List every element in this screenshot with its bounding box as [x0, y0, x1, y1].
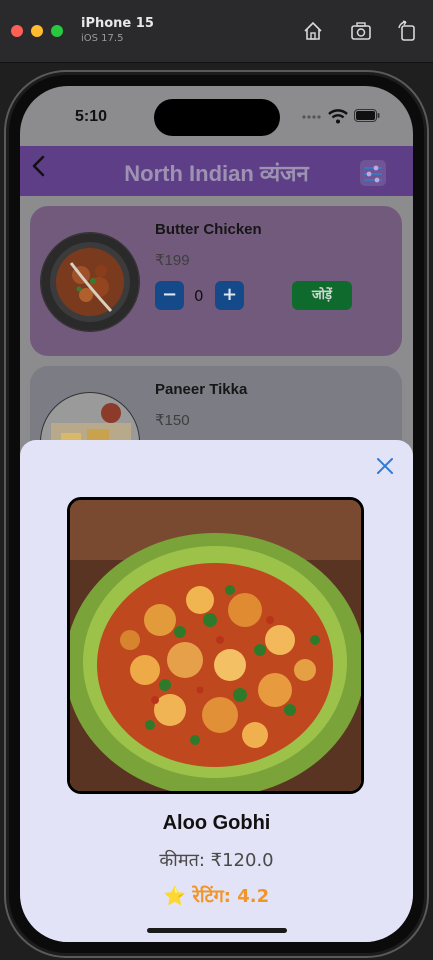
star-icon: ⭐ — [163, 886, 187, 907]
rating-text: रेटिंग: 4.2 — [192, 886, 270, 907]
battery-icon — [354, 109, 380, 122]
item-name: Butter Chicken — [155, 221, 262, 238]
food-rating: ⭐ रेटिंग: 4.2 — [20, 884, 413, 908]
rotate-icon[interactable] — [396, 20, 418, 42]
device-name: iPhone 15 — [81, 16, 154, 31]
food-detail-sheet: Aloo Gobhi कीमत: ₹120.0 ⭐ रेटिंग: 4.2 — [20, 440, 413, 942]
zoom-window-button[interactable] — [51, 25, 63, 37]
list-item[interactable]: Butter Chicken ₹199 − 0 + जोड़ें — [30, 206, 402, 356]
os-version: iOS 17.5 — [81, 33, 124, 44]
status-time: 5:10 — [75, 108, 108, 125]
food-hero-image — [67, 497, 364, 794]
item-price: ₹150 — [155, 412, 190, 429]
minimize-window-button[interactable] — [31, 25, 43, 37]
dynamic-island — [154, 99, 280, 136]
increase-quantity-button[interactable]: + — [215, 281, 244, 310]
item-price: ₹199 — [155, 252, 190, 269]
home-icon[interactable] — [302, 20, 324, 42]
phone-frame: 5:10 North Indian व्यंजन Butter Chicken … — [4, 70, 429, 958]
screenshot-icon[interactable] — [350, 20, 372, 42]
quantity-value: 0 — [194, 287, 204, 305]
home-indicator[interactable] — [147, 928, 287, 933]
decrease-quantity-button[interactable]: − — [155, 281, 184, 310]
phone-screen: 5:10 North Indian व्यंजन Butter Chicken … — [20, 86, 413, 942]
food-price: कीमत: ₹120.0 — [159, 850, 274, 871]
food-name: Aloo Gobhi — [162, 812, 271, 834]
signal-icon — [302, 115, 321, 119]
close-icon[interactable] — [375, 456, 395, 476]
navigation-bar: North Indian व्यंजन — [20, 146, 413, 196]
filter-icon[interactable] — [360, 160, 386, 186]
wifi-icon — [328, 109, 348, 124]
simulator-title-bar: iPhone 15 iOS 17.5 — [0, 0, 433, 63]
food-image — [40, 232, 140, 332]
item-name: Paneer Tikka — [155, 381, 248, 398]
page-title: North Indian व्यंजन — [124, 161, 309, 186]
add-to-cart-button[interactable]: जोड़ें — [292, 281, 352, 310]
close-window-button[interactable] — [11, 25, 23, 37]
